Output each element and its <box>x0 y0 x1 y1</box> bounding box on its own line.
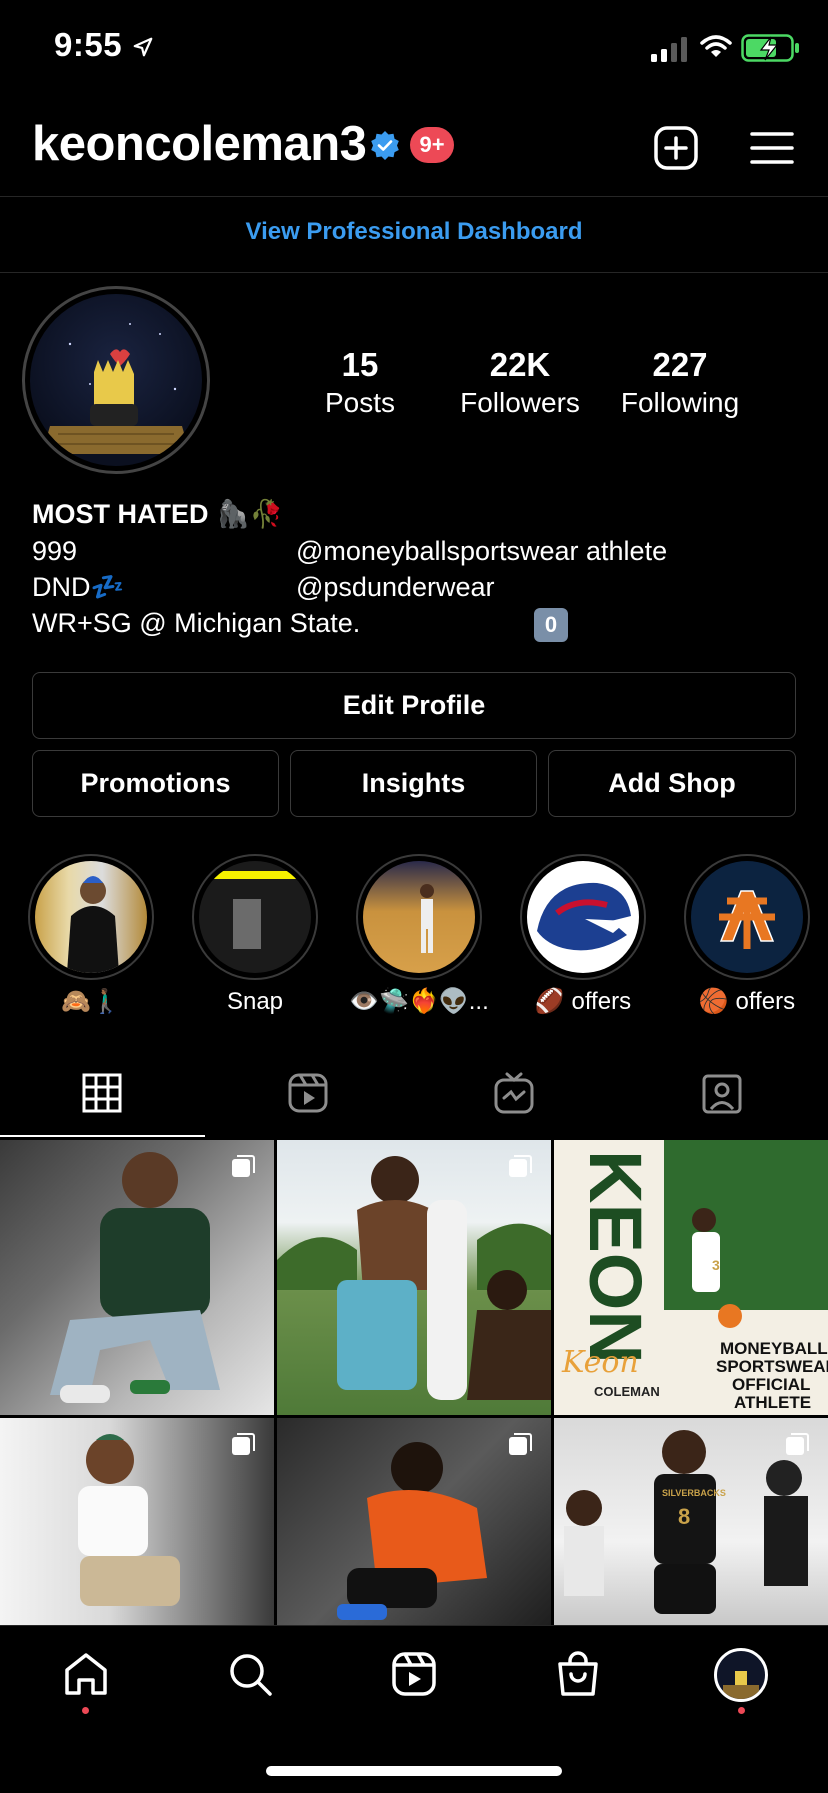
followers-label: Followers <box>460 387 580 418</box>
highlight-4[interactable] <box>520 854 646 980</box>
search-icon[interactable] <box>226 1650 274 1698</box>
post-3-image: KEON 3 Keon COLEMAN MONEYBALL SPORTSWEAR… <box>561 1140 828 1412</box>
post-3-moneyball-2: SPORTSWEAR <box>716 1357 828 1376</box>
highlight-3-cover <box>363 861 475 973</box>
profile-avatar-mini <box>723 1671 759 1699</box>
highlight-4-cover <box>527 861 639 973</box>
avatar-illustration <box>42 323 190 454</box>
highlight-3-label: 👁️🛸❤️‍🔥👽... <box>349 988 489 1015</box>
bio-line-3: WR+SG @ Michigan State. <box>32 608 361 638</box>
bio-mention-moneyball[interactable]: @moneyballsportswear athlete <box>296 533 667 569</box>
highlight-1-label: 🙈🚶🏾‍♂️ <box>61 988 121 1015</box>
header-divider <box>0 196 828 197</box>
highlight-4-label: 🏈 offers <box>534 988 632 1015</box>
dashboard-divider <box>0 272 828 273</box>
bio-name: MOST HATED 🦍🥀 <box>32 499 284 529</box>
highlight-3-figure <box>420 884 434 953</box>
igtv-icon[interactable] <box>494 1072 534 1114</box>
posts-count: 15 <box>341 346 379 383</box>
status-time: 9:55 <box>54 26 123 63</box>
carousel-icon <box>232 1155 255 1177</box>
cellular-signal-icon <box>651 37 687 62</box>
notification-badge[interactable]: 9+ <box>410 127 454 163</box>
posts-label: Posts <box>324 387 396 418</box>
post-4[interactable] <box>0 1418 274 1625</box>
post-2[interactable] <box>277 1140 551 1415</box>
highlight-1-figure <box>67 876 119 973</box>
highlight-5[interactable] <box>684 854 810 980</box>
highlight-5-label: 🏀 offers <box>698 988 796 1015</box>
bio-line-2: DND💤 <box>32 572 125 602</box>
following-count: 227 <box>652 346 708 383</box>
jaguar-logo <box>537 882 631 951</box>
highlight-5-cover <box>691 861 803 973</box>
post-3-jersey-number: 3 <box>712 1257 720 1273</box>
carousel-icon <box>786 1433 809 1455</box>
post-3-coleman: COLEMAN <box>594 1384 660 1399</box>
highlight-1[interactable] <box>28 854 154 980</box>
verified-badge-icon <box>371 131 399 160</box>
post-3-script: Keon <box>561 1345 639 1380</box>
highlight-1-cover <box>35 861 147 973</box>
post-3-moneyball-3: OFFICIAL <box>732 1375 810 1394</box>
post-2-image <box>277 1156 551 1400</box>
carousel-icon <box>509 1433 532 1455</box>
stat-followers[interactable]: 22K Followers <box>440 345 600 421</box>
reels-icon[interactable] <box>288 1072 328 1114</box>
highlight-3[interactable] <box>356 854 482 980</box>
home-icon[interactable] <box>62 1650 110 1698</box>
highlight-2-label: Snap <box>226 988 284 1015</box>
highlight-2-cover <box>199 861 311 973</box>
location-arrow-icon <box>133 37 153 57</box>
profile-avatar[interactable] <box>714 1648 768 1702</box>
edit-profile-button[interactable]: Edit Profile <box>32 672 796 739</box>
bio-mention-psd[interactable]: @psdunderwear <box>296 569 495 605</box>
post-6-jersey-number: 8 <box>678 1504 690 1529</box>
followers-count: 22K <box>489 346 551 383</box>
shop-icon[interactable] <box>554 1650 602 1698</box>
post-6-jersey-team: SILVERBACKS <box>662 1488 726 1498</box>
post-1[interactable] <box>0 1140 274 1415</box>
post-3-keon-vertical: KEON <box>574 1150 657 1364</box>
carousel-icon <box>232 1433 255 1455</box>
reels-nav-icon[interactable] <box>390 1650 438 1698</box>
tagged-icon[interactable] <box>702 1072 742 1114</box>
home-indicator[interactable] <box>266 1766 562 1776</box>
auburn-logo <box>719 890 775 949</box>
home-notification-dot <box>82 1707 89 1714</box>
post-5[interactable] <box>277 1418 551 1625</box>
wifi-icon <box>700 35 732 57</box>
profile-username[interactable]: keoncoleman3 <box>32 116 367 172</box>
post-3-moneyball-4: ATHLETE <box>734 1393 811 1412</box>
active-tab-indicator <box>0 1135 205 1137</box>
stat-following[interactable]: 227 Following <box>600 345 760 421</box>
highlight-2[interactable] <box>192 854 318 980</box>
battery-charging-icon <box>741 34 799 62</box>
bio-zero-badge: 0 <box>534 608 568 642</box>
professional-dashboard-link[interactable]: View Professional Dashboard <box>0 198 828 266</box>
insights-button[interactable]: Insights <box>290 750 537 817</box>
following-label: Following <box>620 387 740 418</box>
bio-line-1: 999 <box>32 536 78 566</box>
grid-icon[interactable] <box>82 1072 122 1114</box>
post-1-image <box>50 1152 220 1403</box>
post-3-moneyball-1: MONEYBALL <box>720 1339 828 1358</box>
new-post-icon[interactable] <box>652 124 700 172</box>
hamburger-menu-icon[interactable] <box>748 124 796 172</box>
carousel-icon <box>509 1155 532 1177</box>
promotions-button[interactable]: Promotions <box>32 750 279 817</box>
profile-notification-dot <box>738 1707 745 1714</box>
profile-avatar[interactable] <box>30 294 202 466</box>
post-3[interactable]: KEON 3 Keon COLEMAN MONEYBALL SPORTSWEAR… <box>554 1140 828 1415</box>
post-6[interactable]: SILVERBACKS 8 <box>554 1418 828 1625</box>
add-shop-button[interactable]: Add Shop <box>548 750 796 817</box>
stat-posts[interactable]: 15 Posts <box>280 345 440 421</box>
